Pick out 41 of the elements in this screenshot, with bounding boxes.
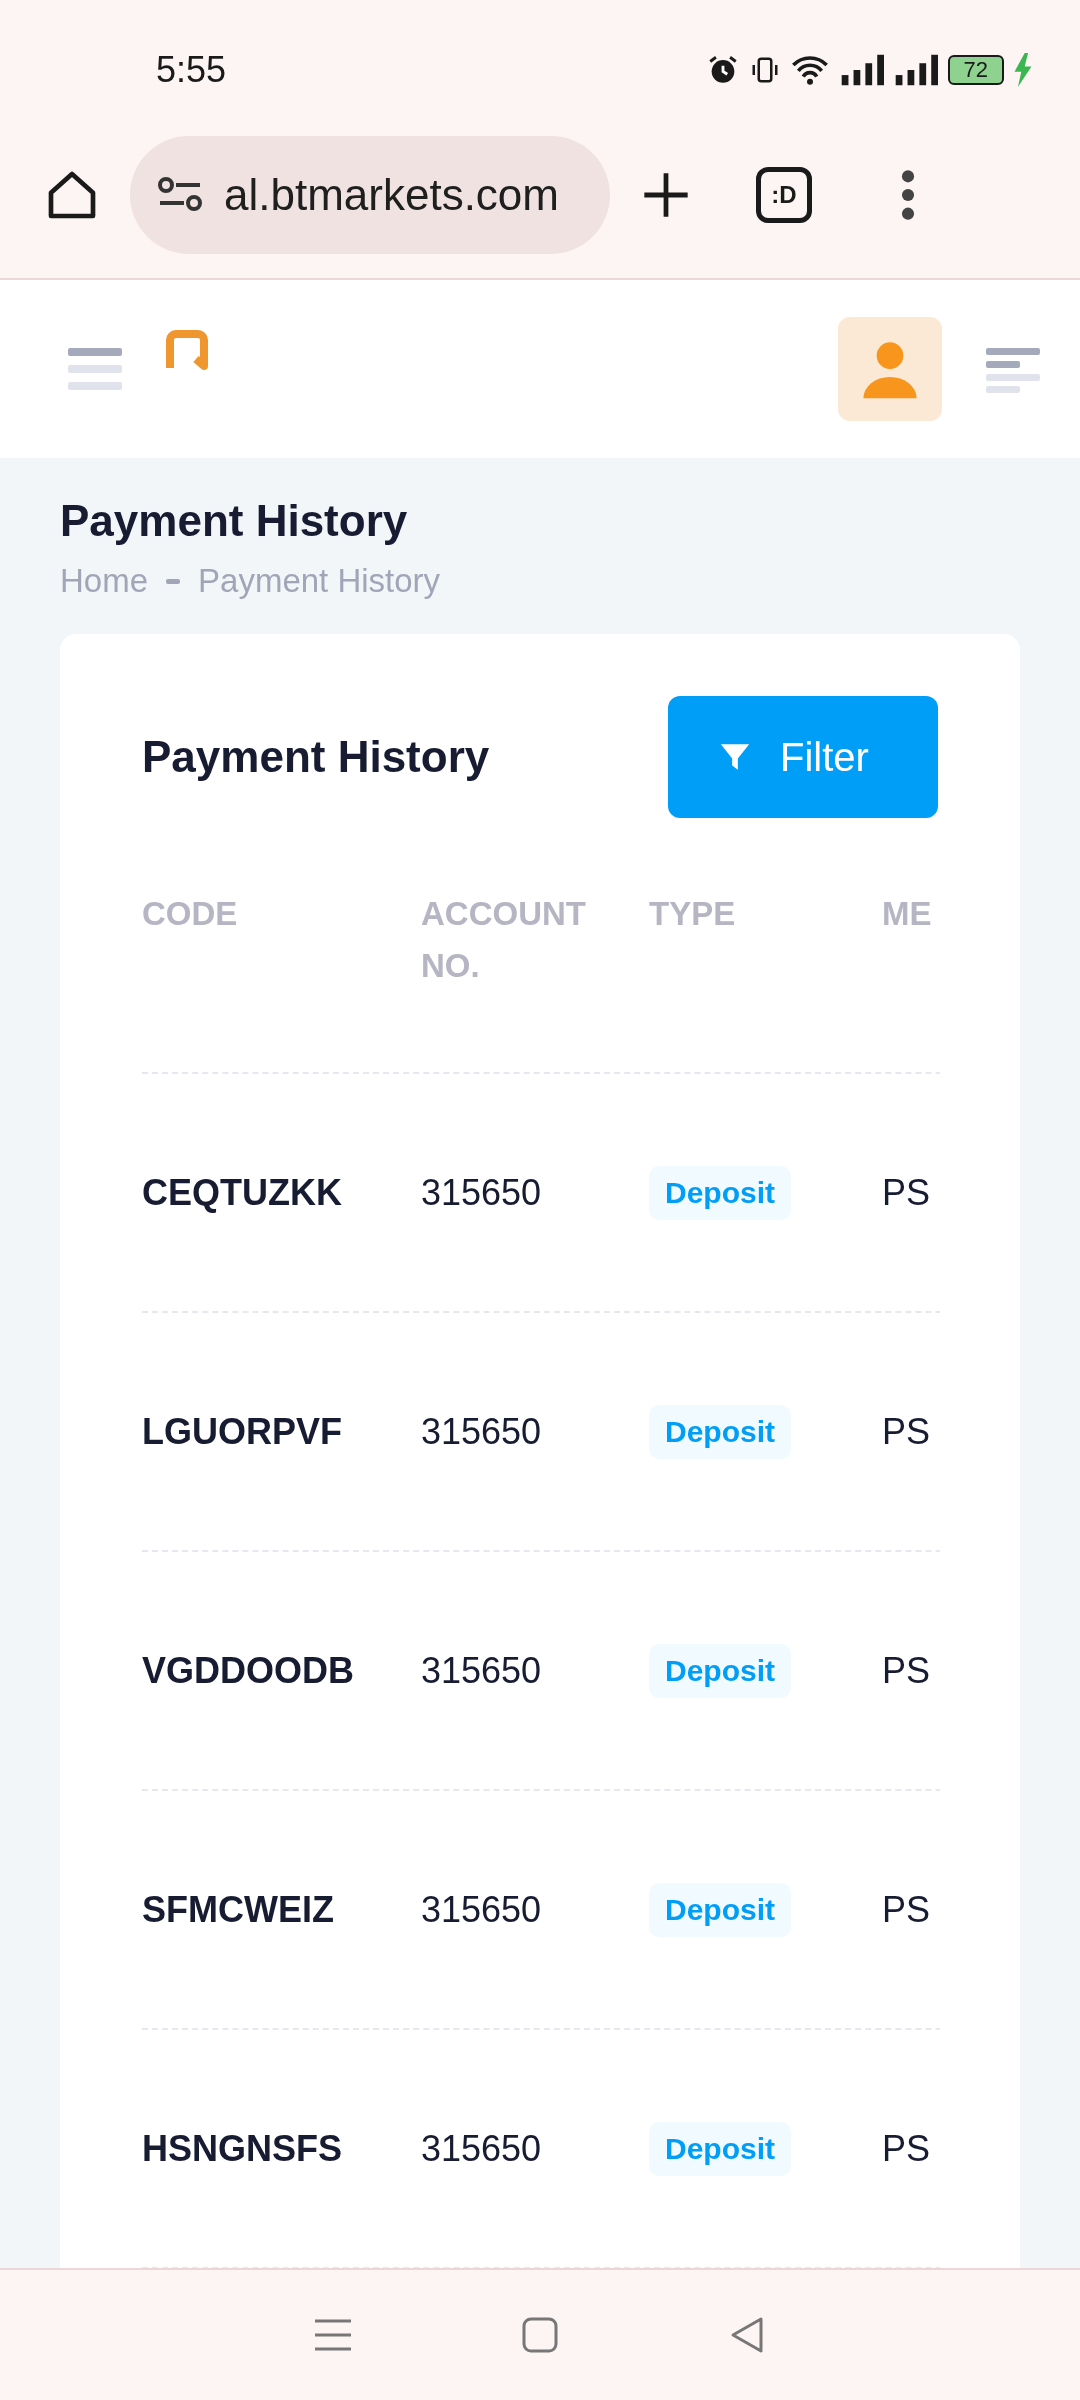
- menu-icon[interactable]: [313, 2317, 354, 2353]
- breadcrumb-link[interactable]: Payment History: [198, 562, 441, 600]
- type-badge: Deposit: [649, 1404, 791, 1459]
- table-cell-text: PS: [882, 1171, 932, 1214]
- signal-icon: [893, 53, 938, 87]
- tab-switcher[interactable]: :D: [756, 167, 812, 223]
- filter-button[interactable]: Filter: [668, 696, 938, 818]
- table-cell-text: VGDDOODB: [142, 1649, 355, 1692]
- table-cell-text: PS: [882, 2127, 932, 2170]
- type-badge: Deposit: [649, 1165, 791, 1220]
- signal-icon: [839, 53, 884, 87]
- url-text: al.btmarkets.com: [224, 170, 559, 220]
- table-cell-text: 315650: [421, 1410, 543, 1453]
- column-header: ME: [882, 894, 933, 934]
- table-cell-text: LGUORPVF: [142, 1410, 343, 1453]
- table-cell-text: 315650: [421, 1171, 543, 1214]
- table-cell-text: CEQTUZKK: [142, 1171, 343, 1214]
- table-cell-text: PS: [882, 1649, 932, 1692]
- card-title: Payment History: [142, 732, 490, 782]
- breadcrumb-separator: [166, 578, 181, 584]
- address-bar[interactable]: al.btmarkets.com: [130, 136, 610, 254]
- charging-icon: [1014, 53, 1032, 87]
- page-title: Payment History: [60, 495, 409, 547]
- column-header: CODE: [142, 894, 239, 934]
- table-cell-text: PS: [882, 1888, 932, 1931]
- breadcrumb-link[interactable]: Home: [60, 562, 149, 600]
- table-cell-text: 315650: [421, 1649, 543, 1692]
- status-time: 5:55: [156, 49, 227, 91]
- table-cell-text: 315650: [421, 1888, 543, 1931]
- type-badge: Deposit: [649, 1882, 791, 1937]
- column-header: ACCOUNT NO.: [421, 894, 587, 986]
- home-square-icon[interactable]: [520, 2315, 560, 2355]
- table-cell-text: 315650: [421, 2127, 543, 2170]
- type-badge: Deposit: [649, 2121, 791, 2176]
- table-cell-text: PS: [882, 1410, 932, 1453]
- wifi-icon: [789, 53, 830, 87]
- table-cell-text: HSNGNSFS: [142, 2127, 344, 2170]
- table-cell-text: SFMCWEIZ: [142, 1888, 335, 1931]
- type-badge: Deposit: [649, 1643, 791, 1698]
- battery-level: 72: [947, 55, 1004, 85]
- column-header: TYPE: [649, 894, 737, 934]
